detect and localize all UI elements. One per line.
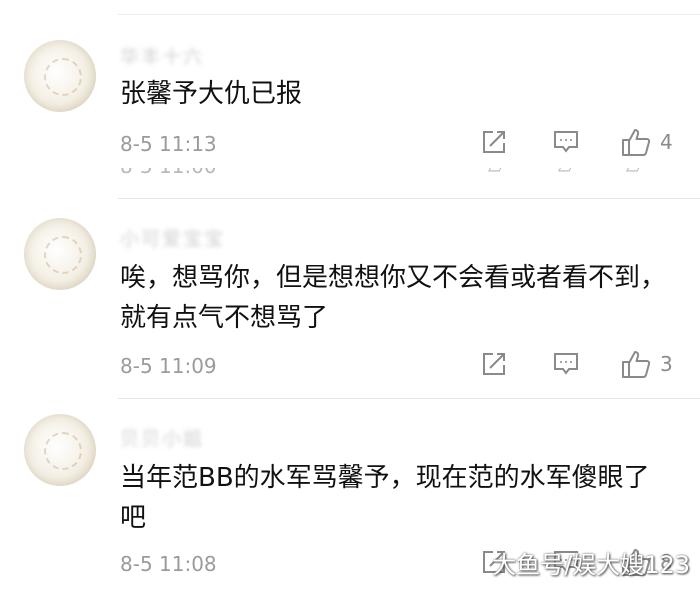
ghost-row: 8-5 11:00 ▱ ▱ ▱ [0, 168, 700, 182]
comment-time: 8-5 11:13 [120, 132, 217, 156]
watermark: 大鱼号/娱大嫂123 [492, 551, 690, 579]
comment-text: 当年范BB的水军骂馨予，现在范的水军傻眼了吧 [120, 463, 650, 533]
like-button[interactable]: 3 [620, 348, 673, 380]
comment-username[interactable]: 小可爱宝宝 [120, 224, 225, 251]
comment-time: 8-5 11:08 [120, 552, 217, 576]
comment-item: 华丰十六 张馨予大仇已报 8-5 11:13 4 [0, 30, 700, 170]
comment-time: 8-5 11:09 [120, 354, 217, 378]
comment-bubble-icon [554, 353, 578, 375]
top-divider [118, 14, 700, 15]
like-count: 4 [660, 130, 673, 154]
repost-button[interactable] [480, 350, 508, 378]
comment-username[interactable]: 贝贝小姐 [120, 424, 204, 451]
thumbs-up-icon [622, 351, 651, 378]
comment-bubble-icon [554, 131, 578, 153]
share-box-icon [483, 131, 505, 153]
share-box-icon [483, 353, 505, 375]
comment-username[interactable]: 华丰十六 [120, 42, 204, 69]
comment-text: 唉，想骂你，但是想想你又不会看或者看不到，就有点气不想骂了 [120, 263, 667, 333]
thumbs-up-icon [622, 129, 651, 156]
like-button[interactable]: 4 [620, 126, 673, 158]
comment-text: 张馨予大仇已报 [120, 79, 303, 109]
reply-button[interactable] [552, 128, 580, 156]
comment-divider [118, 398, 700, 399]
avatar[interactable] [24, 218, 96, 290]
avatar[interactable] [24, 40, 96, 112]
reply-button[interactable] [552, 350, 580, 378]
repost-button[interactable] [480, 128, 508, 156]
comment-divider [118, 198, 700, 199]
like-count: 3 [660, 352, 673, 376]
comment-item: 小可爱宝宝 唉，想骂你，但是想想你又不会看或者看不到，就有点气不想骂了 8-5 … [0, 210, 700, 390]
avatar[interactable] [24, 414, 96, 486]
